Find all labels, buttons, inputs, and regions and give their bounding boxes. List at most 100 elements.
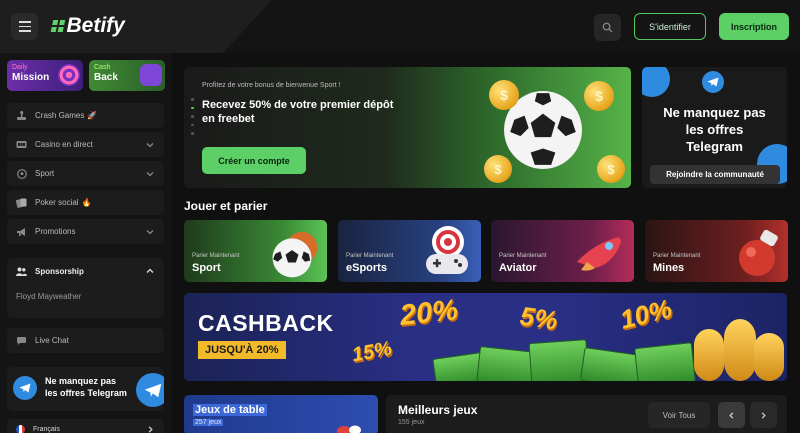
live-chat-label: Live Chat [35,336,69,345]
category-tagline: Parier Maintenant [499,253,547,259]
sidebar-item-label: Promotions [35,227,76,236]
chat-icon [16,336,27,346]
chevron-down-icon [146,142,154,147]
telegram-card-line-1: Ne manquez pas [663,105,766,120]
table-games-count: 257 jeux [193,419,224,426]
sidebar-item-label: Poker social [35,198,79,207]
language-selector[interactable]: Français [7,419,164,433]
daily-mission-card[interactable]: Daily Mission [7,60,83,91]
sidebar-item-crash-games[interactable]: Crash Games 🚀 [7,103,164,128]
category-esports[interactable]: Parier Maintenant eSports [338,220,481,282]
search-icon [602,22,613,33]
sidebar-item-social-poker[interactable]: Poker social 🔥 [7,190,164,215]
telegram-sidebar-banner[interactable]: Ne manquez pas les offres Telegram [7,367,164,411]
category-sport[interactable]: Parier Maintenant Sport [184,220,327,282]
hero-title: Recevez 50% de votre premier dépôt en fr… [202,98,432,126]
sponsorship-panel: Sponsorship Floyd Mayweather [7,258,164,318]
carousel-prev-button[interactable] [718,402,745,428]
sidebar-item-promotions[interactable]: Promotions [7,219,164,244]
users-icon [16,267,27,276]
chevron-down-icon [146,171,154,176]
telegram-line-2: les offres Telegram [45,388,127,398]
ball-icon [16,168,27,179]
logo-mark-icon [50,20,65,32]
soccer-ball-icon [272,231,318,278]
category-name: eSports [346,262,387,274]
top-bar: Betify S'identifier Inscription [0,0,800,53]
bomb-icon [739,229,778,276]
brand-name: Betify [66,14,125,37]
live-chat-button[interactable]: Live Chat [7,328,164,353]
table-games-card[interactable]: Jeux de table 257 jeux [184,395,378,433]
cashback-percent: 10% [617,293,675,335]
chevron-down-icon [146,229,154,234]
hero-subtitle: Profitez de votre bonus de bienvenue Spo… [202,82,341,89]
rocket-icon [577,237,621,271]
wallet-icon [140,64,162,86]
join-community-button[interactable]: Rejoindre la communauté [650,165,780,184]
sponsorship-toggle[interactable]: Sponsorship [7,258,164,284]
category-tagline: Parier Maintenant [346,253,394,259]
category-name: Mines [653,262,685,274]
coin-stack-icon [694,329,724,381]
login-button[interactable]: S'identifier [634,13,706,40]
sponsorship-label: Sponsorship [35,266,84,276]
target-icon [58,64,80,86]
megaphone-icon [16,227,27,237]
sponsorship-item-floyd[interactable]: Floyd Mayweather [7,284,164,301]
category-tagline: Parier Maintenant [653,253,701,259]
category-aviator[interactable]: Parier Maintenant Aviator [491,220,634,282]
sidebar-item-label: Sport [35,169,55,178]
chevron-right-icon [761,411,766,419]
french-flag-icon [16,424,25,433]
cashback-percent: 5% [518,300,560,336]
coin-icon: $ [489,80,519,110]
cashback-title: CASHBACK [198,310,334,336]
table-games-title: Jeux de table [193,404,267,416]
best-games-panel: Meilleurs jeux 155 jeux Voir Tous [386,395,787,433]
chevron-up-icon [146,268,154,273]
telegram-line-1: Ne manquez pas [45,376,117,386]
language-label: Français [33,425,60,433]
sidebar-item-label: Crash Games [35,111,85,120]
joystick-icon [16,110,27,121]
casino-icon [16,140,27,150]
register-button[interactable]: Inscription [719,13,789,40]
coin-stack-icon [754,333,784,381]
gamepad-icon [426,254,468,274]
carousel-next-button[interactable] [750,402,777,428]
telegram-icon [642,67,670,97]
sidebar-item-sport[interactable]: Sport [7,161,164,186]
cashback-subtitle: JUSQU'À 20% [198,341,286,359]
coin-icon: $ [484,155,512,183]
telegram-icon [13,376,37,400]
brand-logo[interactable]: Betify [50,14,125,38]
telegram-card-line-2: les offres [685,122,744,137]
hero-title-line-2: en freebet [202,113,255,125]
cashback-banner[interactable]: CASHBACK JUSQU'À 20% 20% 5% 10% 15% [184,293,787,381]
coin-icon: $ [584,81,614,111]
hamburger-icon[interactable] [11,13,38,40]
category-name: Sport [192,262,221,274]
cashback-percent: 20% [398,294,460,332]
sidebar-item-live-casino[interactable]: Casino en direct [7,132,164,157]
coin-stack-icon [724,319,756,381]
best-games-title: Meilleurs jeux [398,403,478,417]
cards-icon [16,198,27,208]
telegram-card-title: Ne manquez pas les offres Telegram [642,104,787,155]
create-account-button[interactable]: Créer un compte [202,147,306,174]
cashback-percent: 15% [350,337,394,367]
category-mines[interactable]: Parier Maintenant Mines [645,220,788,282]
money-stack-icon [634,342,696,381]
play-section-title: Jouer et parier [184,199,268,213]
cashback-card[interactable]: Cash Back [89,60,165,91]
category-tagline: Parier Maintenant [192,253,240,259]
carousel-dots[interactable] [191,98,194,135]
coin-icon: $ [597,155,625,183]
see-all-button[interactable]: Voir Tous [648,402,710,428]
welcome-bonus-banner[interactable]: Profitez de votre bonus de bienvenue Spo… [184,67,631,188]
search-button[interactable] [594,14,621,41]
poker-chip-icon [337,425,361,433]
chevron-right-icon [148,425,153,433]
sidebar: Daily Mission Cash Back Crash Games 🚀 Ca… [0,53,172,433]
